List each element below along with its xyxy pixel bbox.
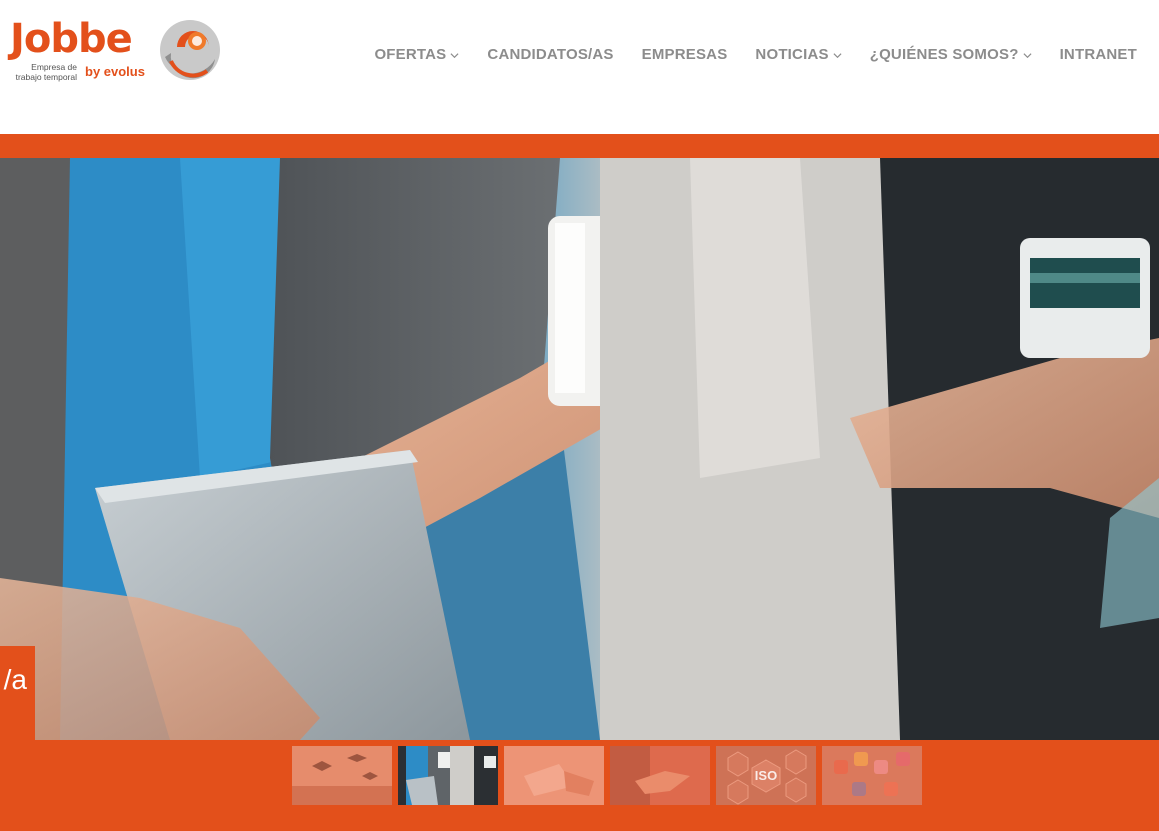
nav-item-empresas[interactable]: EMPRESAS <box>642 46 728 63</box>
nav-item-label: CANDIDATOS/AS <box>487 45 614 63</box>
thumbnail-overlay <box>504 746 604 805</box>
main-navigation: OFERTAS CANDIDATOS/AS EMPRESAS NOTICIAS … <box>374 44 1137 64</box>
nav-item-label: NOTICIAS <box>755 45 829 63</box>
slider-thumbnail-strip: ISO <box>0 740 1159 831</box>
thumbnail-handshake[interactable] <box>610 746 710 805</box>
chevron-down-icon <box>833 53 842 59</box>
logo-tagline: Empresa de trabajo temporal <box>15 62 77 82</box>
thumbnail-laptop-coffee[interactable] <box>398 746 498 805</box>
hero-slider-image[interactable]: /a <box>0 158 1159 740</box>
chevron-down-icon <box>1023 53 1032 59</box>
jobbe-logo[interactable]: Jobbe Empresa de trabajo temporal by evo… <box>10 15 225 87</box>
logo-wordmark: Jobbe <box>10 16 133 62</box>
nav-item-label: OFERTAS <box>374 45 447 63</box>
accent-bar <box>0 134 1159 158</box>
chevron-down-icon <box>450 53 459 59</box>
thumbnail-list: ISO <box>292 746 922 805</box>
thumbnail-iso[interactable]: ISO <box>716 746 816 805</box>
site-header: Jobbe Empresa de trabajo temporal by evo… <box>0 0 1159 134</box>
hero-photo <box>0 158 1159 740</box>
evolus-swirl-icon <box>160 20 220 80</box>
nav-item-label: EMPRESAS <box>641 45 728 63</box>
nav-item-label: INTRANET <box>1059 45 1137 63</box>
thumbnail-social-apps[interactable] <box>822 746 922 805</box>
thumbnail-caption: ISO <box>754 768 778 783</box>
thumbnail-graduates[interactable] <box>292 746 392 805</box>
thumbnail-overlay <box>398 746 498 805</box>
nav-item-label: ¿QUIÉNES SOMOS? <box>869 45 1019 63</box>
nav-item-intranet[interactable]: INTRANET <box>1060 46 1137 63</box>
nav-item-ofertas[interactable]: OFERTAS <box>374 46 459 63</box>
nav-item-quienes-somos[interactable]: ¿QUIÉNES SOMOS? <box>870 46 1032 63</box>
side-tab-text: /a <box>3 664 27 695</box>
nav-item-noticias[interactable]: NOTICIAS <box>755 45 842 63</box>
thumbnail-overlay <box>822 746 922 805</box>
thumbnail-overlay <box>610 746 710 805</box>
thumbnail-overlay <box>292 746 392 805</box>
slider-side-tab[interactable]: /a <box>0 646 35 740</box>
nav-item-candidatos[interactable]: CANDIDATOS/AS <box>487 46 613 63</box>
logo-by-evolus: by evolus <box>85 64 145 79</box>
thumbnail-writing[interactable] <box>504 746 604 805</box>
